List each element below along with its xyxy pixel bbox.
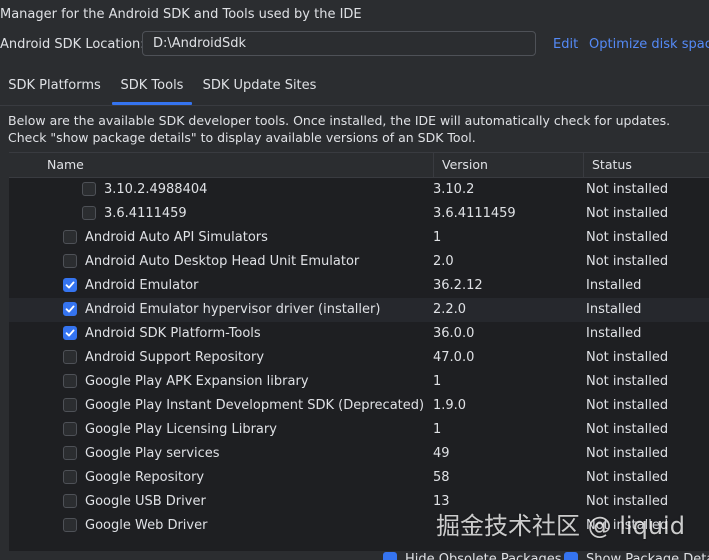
row-name: Google USB Driver [85,494,206,509]
row-checkbox[interactable] [63,230,77,244]
tab-sdk-platforms[interactable]: SDK Platforms [0,69,109,103]
row-status: Not installed [586,446,669,461]
row-status: Installed [586,302,642,317]
sdk-manager-panel: Manager for the Android SDK and Tools us… [0,0,709,560]
row-checkbox[interactable] [63,446,77,460]
row-name: Android SDK Platform-Tools [85,326,261,341]
row-version: 3.10.2 [433,182,475,197]
row-status: Not installed [586,470,669,485]
row-status: Installed [586,326,642,341]
edit-link[interactable]: Edit [553,31,578,58]
table-row[interactable]: Google Play APK Expansion library 1 Not in… [9,370,709,394]
table-row[interactable]: Android Emulator hypervisor driver (inst… [9,298,709,322]
show-details-label: Show Package Details [586,552,709,560]
table-row[interactable]: Android SDK Platform-Tools 36.0.0 Installe… [9,322,709,346]
row-status: Installed [586,278,642,293]
row-checkbox[interactable] [63,422,77,436]
row-status: Not installed [586,230,669,245]
row-version: 36.2.12 [433,278,483,293]
watermark: 掘金技术社区 @ liquid [436,512,685,540]
table-row[interactable]: Android Auto API Simulators 1 Not installe… [9,226,709,250]
sdk-location-field[interactable] [142,31,536,56]
column-header-name[interactable]: Name [39,153,433,177]
row-status: Not installed [586,254,669,269]
row-status: Not installed [586,206,669,221]
tab-sdk-tools[interactable]: SDK Tools [112,69,192,105]
row-version: 2.2.0 [433,302,467,317]
row-name: Google Play Instant Development SDK (Dep… [85,398,425,413]
table-row[interactable]: Android Auto Desktop Head Unit Emulator 2… [9,250,709,274]
row-status: Not installed [586,398,669,413]
row-checkbox[interactable] [63,278,77,292]
sdk-tabs: SDK Platforms SDK Tools SDK Update Sites [0,69,709,106]
table-row[interactable]: Google Play services 49 Not installed [9,442,709,466]
row-version: 58 [433,470,450,485]
table-rows: 3.10.2.4988404 3.10.2 Not installed 3.6.411… [9,178,709,538]
row-version: 3.6.4111459 [433,206,516,221]
table-row[interactable]: Android Emulator 36.2.12 Installed [9,274,709,298]
row-version: 1 [433,374,442,389]
row-name: Google Play APK Expansion library [85,374,309,389]
row-checkbox[interactable] [63,374,77,388]
row-name: 3.10.2.4988404 [104,182,208,197]
row-status: Not installed [586,350,669,365]
row-version: 36.0.0 [433,326,475,341]
table-row[interactable]: Google Play Instant Development SDK (Dep… [9,394,709,418]
column-header-status[interactable]: Status [583,153,709,177]
row-version: 2.0 [433,254,454,269]
row-checkbox[interactable] [82,206,96,220]
row-checkbox[interactable] [63,398,77,412]
show-details-checkbox[interactable] [564,552,578,560]
table-row[interactable]: Google Repository 58 Not installed [9,466,709,490]
footer-options: Hide Obsolete Packages Show Package Deta… [0,550,709,560]
row-version: 1 [433,422,442,437]
tools-info-text: Below are the available SDK developer to… [8,113,671,145]
row-name: Google Web Driver [85,518,208,533]
optimize-disk-space-link[interactable]: Optimize disk space [589,31,709,58]
row-name: Google Play services [85,446,220,461]
table-row[interactable]: 3.6.4111459 3.6.4111459 Not installed [9,202,709,226]
panel-description: Manager for the Android SDK and Tools us… [0,7,362,22]
row-checkbox[interactable] [63,494,77,508]
sdk-tools-table: Name Version Status 3.10.2.4988404 3.10.2… [9,152,709,551]
sdk-location-label: Android SDK Location: [0,37,145,52]
table-row[interactable]: Google Play Licensing Library 1 Not instal… [9,418,709,442]
column-header-version[interactable]: Version [433,153,583,177]
row-name: Android Emulator [85,278,199,293]
row-version: 49 [433,446,450,461]
table-row[interactable]: 3.10.2.4988404 3.10.2 Not installed [9,178,709,202]
row-status: Not installed [586,374,669,389]
row-version: 1 [433,230,442,245]
hide-obsolete-label: Hide Obsolete Packages [405,552,562,560]
row-name: Android Auto Desktop Head Unit Emulator [85,254,360,269]
row-version: 1.9.0 [433,398,467,413]
row-name: 3.6.4111459 [104,206,187,221]
row-checkbox[interactable] [82,182,96,196]
sdk-location-row: Android SDK Location: Edit Optimize disk… [0,31,709,58]
row-name: Android Support Repository [85,350,265,365]
row-version: 47.0.0 [433,350,475,365]
row-checkbox[interactable] [63,518,77,532]
row-name: Android Emulator hypervisor driver (inst… [85,302,381,317]
row-checkbox[interactable] [63,470,77,484]
tab-sdk-update-sites[interactable]: SDK Update Sites [200,69,319,103]
row-name: Google Play Licensing Library [85,422,277,437]
row-name: Google Repository [85,470,205,485]
row-status: Not installed [586,422,669,437]
row-checkbox[interactable] [63,326,77,340]
row-checkbox[interactable] [63,302,77,316]
row-checkbox[interactable] [63,254,77,268]
table-row[interactable]: Android Support Repository 47.0.0 Not inst… [9,346,709,370]
row-checkbox[interactable] [63,350,77,364]
table-header: Name Version Status [9,153,709,178]
row-status: Not installed [586,182,669,197]
row-name: Android Auto API Simulators [85,230,268,245]
hide-obsolete-checkbox[interactable] [383,552,397,560]
